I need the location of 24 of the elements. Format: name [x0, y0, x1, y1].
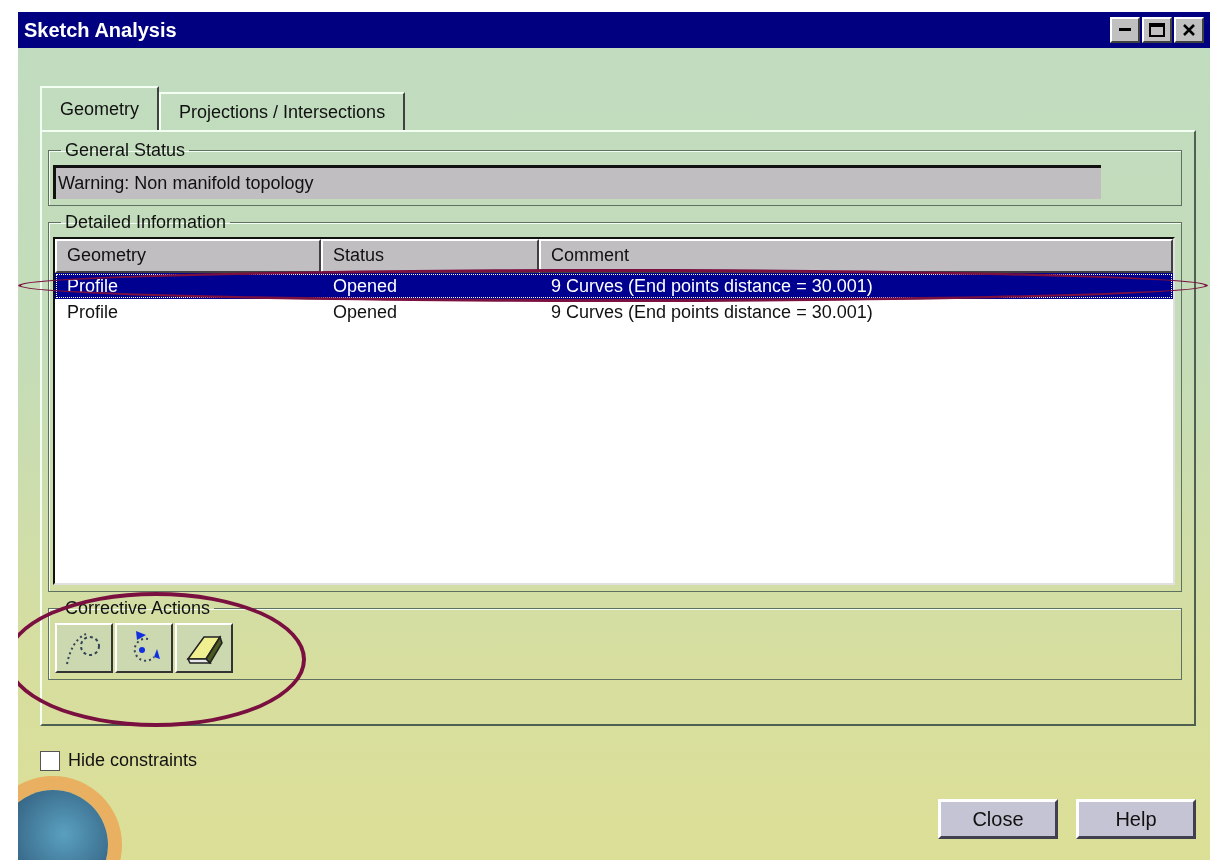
checkbox-label: Hide constraints — [68, 750, 198, 771]
close-icon — [1182, 23, 1196, 37]
tool-button[interactable] — [175, 623, 233, 673]
tab[interactable]: Geometry — [40, 86, 160, 130]
column-header[interactable]: Status — [321, 239, 539, 273]
dialog-button[interactable]: Close — [938, 799, 1058, 839]
group-label: General Status — [64, 140, 187, 161]
column-header[interactable]: Geometry — [55, 239, 321, 273]
tab[interactable]: Projections / Intersections — [159, 92, 406, 130]
list-row[interactable]: Profile Opened 9 Curves (End points distance = 30.001) — [55, 273, 1173, 299]
column-header[interactable]: Comment — [539, 239, 1173, 273]
window-title: Sketch Analysis — [24, 18, 177, 42]
close-button[interactable] — [1174, 17, 1204, 43]
tool-button[interactable] — [115, 623, 173, 673]
maximize-icon — [1149, 23, 1165, 37]
status-field: Warning: Non manifold topology — [53, 165, 1101, 199]
group-label: Corrective Actions — [64, 598, 212, 619]
checkbox[interactable] — [40, 750, 60, 771]
group-label: Detailed Information — [64, 212, 228, 233]
dialog-button[interactable]: Help — [1076, 799, 1196, 839]
minimize-button[interactable] — [1110, 17, 1140, 43]
tool-button[interactable] — [55, 623, 113, 673]
maximize-button[interactable] — [1142, 17, 1172, 43]
minimize-icon — [1119, 28, 1131, 32]
